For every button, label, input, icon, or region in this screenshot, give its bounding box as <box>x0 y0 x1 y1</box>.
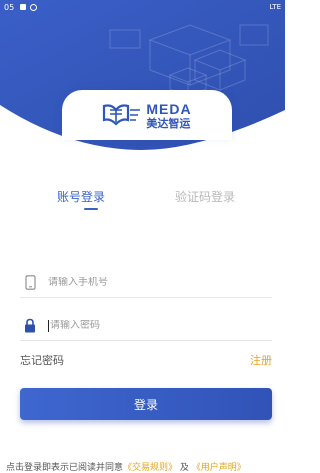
phone-icon <box>20 275 40 290</box>
user-statement-link[interactable]: 《用户声明》 <box>192 463 246 473</box>
agreement-conjunction: 及 <box>179 463 189 473</box>
lock-icon <box>20 318 40 333</box>
trading-rules-link[interactable]: 《交易规则》 <box>123 463 177 473</box>
brand-name-cn: 美达智运 <box>146 116 191 130</box>
login-tabs: 账号登录 验证码登录 <box>0 188 285 216</box>
phone-input[interactable] <box>48 277 272 288</box>
notification-icon <box>20 4 27 10</box>
logo-card: MEDA 美达智运 <box>62 90 232 140</box>
status-bar: 05 LTE <box>0 0 285 14</box>
login-button[interactable]: 登录 <box>20 388 272 420</box>
status-time: 05 <box>4 2 15 12</box>
meda-logo-icon <box>103 104 141 126</box>
brand-name-en: MEDA <box>146 100 192 117</box>
alarm-icon <box>30 3 38 11</box>
agreement-prefix: 点击登录即表示已阅读并同意 <box>6 463 124 473</box>
active-tab-indicator <box>84 208 98 210</box>
phone-field <box>20 268 272 298</box>
register-link[interactable]: 注册 <box>250 352 272 368</box>
status-icons <box>20 3 38 11</box>
password-input[interactable] <box>50 320 272 331</box>
agreement-text: 点击登录即表示已阅读并同意《交易规则》 及 《用户声明》 <box>0 460 300 473</box>
auth-links: 忘记密码 注册 <box>20 352 272 368</box>
text-cursor <box>48 319 49 332</box>
tab-account-login[interactable]: 账号登录 <box>57 188 105 205</box>
password-field <box>20 311 272 341</box>
brand-wordmark: MEDA 美达智运 <box>146 102 191 129</box>
network-indicator: LTE <box>269 3 281 11</box>
forgot-password-link[interactable]: 忘记密码 <box>20 352 64 368</box>
tab-sms-login[interactable]: 验证码登录 <box>175 188 235 205</box>
